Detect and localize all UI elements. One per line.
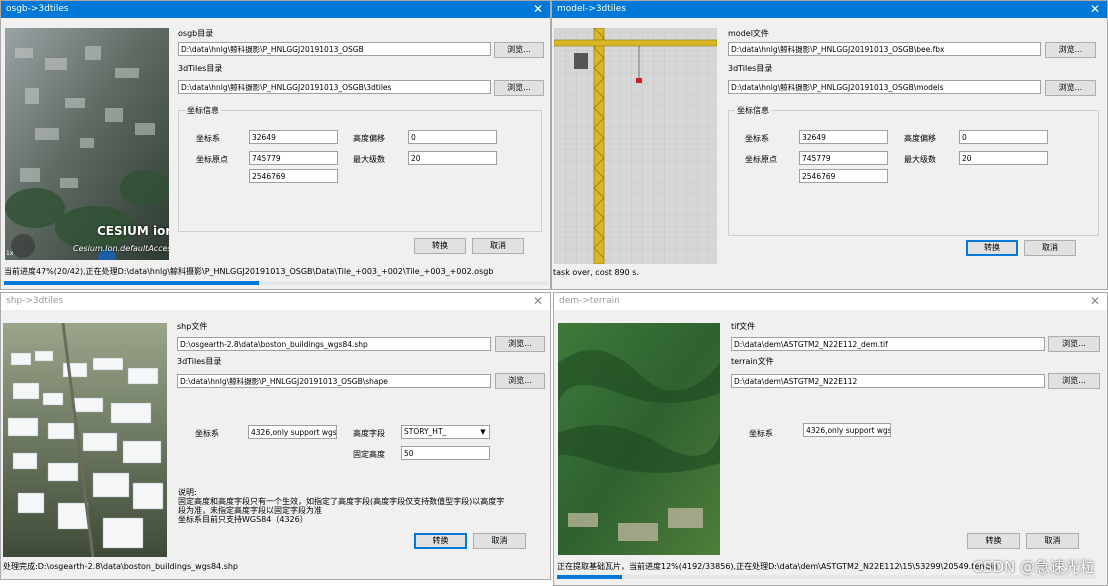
- model-coord-group: 坐标信息: [728, 105, 1099, 236]
- model-titlebar[interactable]: model->3dtiles ✕: [552, 1, 1107, 18]
- shp-preview-image: [3, 323, 167, 557]
- model-origin-y-input[interactable]: 2546769: [799, 169, 888, 183]
- osgb-origin-y-input[interactable]: 2546769: [249, 169, 338, 183]
- dem-src-browse-button[interactable]: 浏览...: [1048, 336, 1100, 352]
- osgb-dst-label: 3dTiles目录: [178, 64, 223, 73]
- osgb-max-level-input[interactable]: 20: [408, 151, 497, 165]
- shp-src-input[interactable]: D:\osgearth-2.8\data\boston_buildings_wg…: [177, 337, 491, 351]
- dem-titlebar[interactable]: dem->terrain ✕: [554, 293, 1107, 310]
- osgb-src-input[interactable]: D:\data\hnlg\鲸科摄影\P_HNLGGJ20191013_OSGB: [178, 42, 491, 56]
- shp-dst-label: 3dTiles目录: [177, 357, 222, 366]
- model-src-input[interactable]: D:\data\hnlg\鲸科摄影\P_HNLGGJ20191013_OSGB\…: [728, 42, 1041, 56]
- shp-height-field-label: 高度字段: [353, 429, 385, 438]
- osgb-crs-input[interactable]: 32649: [249, 130, 338, 144]
- osgb-dst-input[interactable]: D:\data\hnlg\鲸科摄影\P_HNLGGJ20191013_OSGB\…: [178, 80, 491, 94]
- dem-status-text: 正在提取基础瓦片，当前进度12%(4192/33856),正在处理D:\data…: [557, 562, 998, 571]
- model-crs-input[interactable]: 32649: [799, 130, 888, 144]
- osgb-convert-button[interactable]: 转换: [414, 238, 466, 254]
- shp-src-browse-button[interactable]: 浏览...: [495, 336, 545, 352]
- osgb-origin-x-input[interactable]: 745779: [249, 151, 338, 165]
- osgb-titlebar[interactable]: osgb->3dtiles ✕: [1, 1, 550, 18]
- shp-close-icon[interactable]: ✕: [531, 293, 545, 310]
- model-coord-group-title: 坐标信息: [735, 105, 771, 116]
- shp-status-text: 处理完成:D:\osgearth-2.8\data\boston_buildin…: [3, 562, 239, 571]
- model-origin-label: 坐标原点: [745, 155, 777, 164]
- dem-src-label: tif文件: [731, 322, 756, 331]
- shp-notes: 说明: 固定高度和高度字段只有一个生效，如指定了高度字段(高度字段仅支持数值型字…: [178, 488, 505, 524]
- osgb-cancel-button[interactable]: 取消: [472, 238, 524, 254]
- shp-fixed-height-input[interactable]: 50: [401, 446, 490, 460]
- model-dst-label: 3dTiles目录: [728, 64, 773, 73]
- dem-progress-fill: [557, 575, 622, 579]
- dem-preview-image: [558, 323, 720, 555]
- osgb-coord-group-title: 坐标信息: [185, 105, 221, 116]
- model-close-icon[interactable]: ✕: [1088, 1, 1102, 18]
- shp-cancel-button[interactable]: 取消: [473, 533, 526, 549]
- model-dst-browse-button[interactable]: 浏览...: [1045, 80, 1096, 96]
- osgb-close-icon[interactable]: ✕: [531, 1, 545, 18]
- osgb-max-level-label: 最大级数: [353, 155, 385, 164]
- osgb-height-offset-label: 高度偏移: [353, 134, 385, 143]
- terrain-render: [558, 323, 720, 555]
- model-preview-image: [554, 28, 717, 264]
- shp-src-label: shp文件: [177, 322, 208, 331]
- osgb-src-browse-button[interactable]: 浏览...: [494, 42, 544, 58]
- model-convert-button[interactable]: 转换: [966, 240, 1018, 256]
- shp-dst-browse-button[interactable]: 浏览...: [495, 373, 545, 389]
- model-origin-x-input[interactable]: 745779: [799, 151, 888, 165]
- csdn-watermark: CSDN @急速光粒: [972, 558, 1095, 576]
- shp-titlebar[interactable]: shp->3dtiles ✕: [1, 293, 550, 310]
- dem-src-input[interactable]: D:\data\dem\ASTGTM2_N22E112_dem.tif: [731, 337, 1045, 351]
- model-src-label: model文件: [728, 29, 769, 38]
- dem-title: dem->terrain: [559, 296, 620, 306]
- dem-convert-button[interactable]: 转换: [967, 533, 1020, 549]
- shp-window: shp->3dtiles ✕ shp文件 D:\osgearth-2.8\dat…: [0, 292, 551, 580]
- cesium-logo: CESIUM ion: [97, 224, 169, 238]
- shp-title: shp->3dtiles: [6, 296, 64, 306]
- zoom-indicator: 1x: [6, 250, 14, 257]
- shp-crs-label: 坐标系: [195, 429, 219, 438]
- osgb-src-label: osgb目录: [178, 29, 214, 38]
- osgb-preview-image: 1x CESIUM ion Cesium.Ion.defaultAccessT: [5, 28, 169, 260]
- shp-dst-input[interactable]: D:\data\hnlg\鲸科摄影\P_HNLGGJ20191013_OSGB\…: [177, 374, 491, 388]
- dem-dst-label: terrain文件: [731, 357, 774, 366]
- osgb-window: osgb->3dtiles ✕ 1x CESIUM ion Cesium.Ion…: [0, 0, 551, 290]
- model-status-text: task over, cost 890 s.: [553, 268, 639, 277]
- osgb-dst-browse-button[interactable]: 浏览...: [494, 80, 544, 96]
- dem-window: dem->terrain ✕ tif文件 D:\data\dem\ASTGTM2…: [553, 292, 1108, 586]
- model-max-level-input[interactable]: 20: [959, 151, 1048, 165]
- model-title: model->3dtiles: [557, 4, 627, 14]
- model-src-browse-button[interactable]: 浏览...: [1045, 42, 1096, 58]
- model-height-offset-input[interactable]: 0: [959, 130, 1048, 144]
- osgb-progress-bar: [4, 281, 547, 285]
- boston-buildings-render: [3, 323, 167, 557]
- osgb-coord-group: 坐标信息: [178, 105, 542, 232]
- dem-dst-input[interactable]: D:\data\dem\ASTGTM2_N22E112: [731, 374, 1045, 388]
- osgb-crs-label: 坐标系: [196, 134, 220, 143]
- shp-height-field-value: STORY_HT_: [404, 427, 447, 436]
- cesium-caption: Cesium.Ion.defaultAccessT: [73, 244, 169, 253]
- osgb-height-offset-input[interactable]: 0: [408, 130, 497, 144]
- shp-crs-input[interactable]: 4326,only support wgs84: [248, 425, 337, 439]
- shp-convert-button[interactable]: 转换: [414, 533, 467, 549]
- dem-crs-label: 坐标系: [749, 429, 773, 438]
- dem-cancel-button[interactable]: 取消: [1026, 533, 1079, 549]
- shp-fixed-height-label: 固定高度: [353, 450, 385, 459]
- model-crs-label: 坐标系: [745, 134, 769, 143]
- osgb-progress-fill: [4, 281, 260, 285]
- model-cancel-button[interactable]: 取消: [1024, 240, 1076, 256]
- osgb-title: osgb->3dtiles: [6, 4, 69, 14]
- dem-close-icon[interactable]: ✕: [1088, 293, 1102, 310]
- crane-model-render: [554, 28, 717, 264]
- osgb-status-text: 当前进度47%(20/42),正在处理D:\data\hnlg\鲸科摄影\P_H…: [4, 267, 494, 276]
- model-max-level-label: 最大级数: [904, 155, 936, 164]
- shp-height-field-select[interactable]: STORY_HT_ ▼: [401, 425, 490, 439]
- model-dst-input[interactable]: D:\data\hnlg\鲸科摄影\P_HNLGGJ20191013_OSGB\…: [728, 80, 1041, 94]
- osgb-origin-label: 坐标原点: [196, 155, 228, 164]
- dem-dst-browse-button[interactable]: 浏览...: [1048, 373, 1100, 389]
- chevron-down-icon[interactable]: ▼: [478, 427, 488, 437]
- model-height-offset-label: 高度偏移: [904, 134, 936, 143]
- model-window: model->3dtiles ✕ model文件 D:\data\hnlg\鲸科…: [551, 0, 1108, 290]
- dem-crs-input[interactable]: 4326,only support wgs84: [803, 423, 891, 437]
